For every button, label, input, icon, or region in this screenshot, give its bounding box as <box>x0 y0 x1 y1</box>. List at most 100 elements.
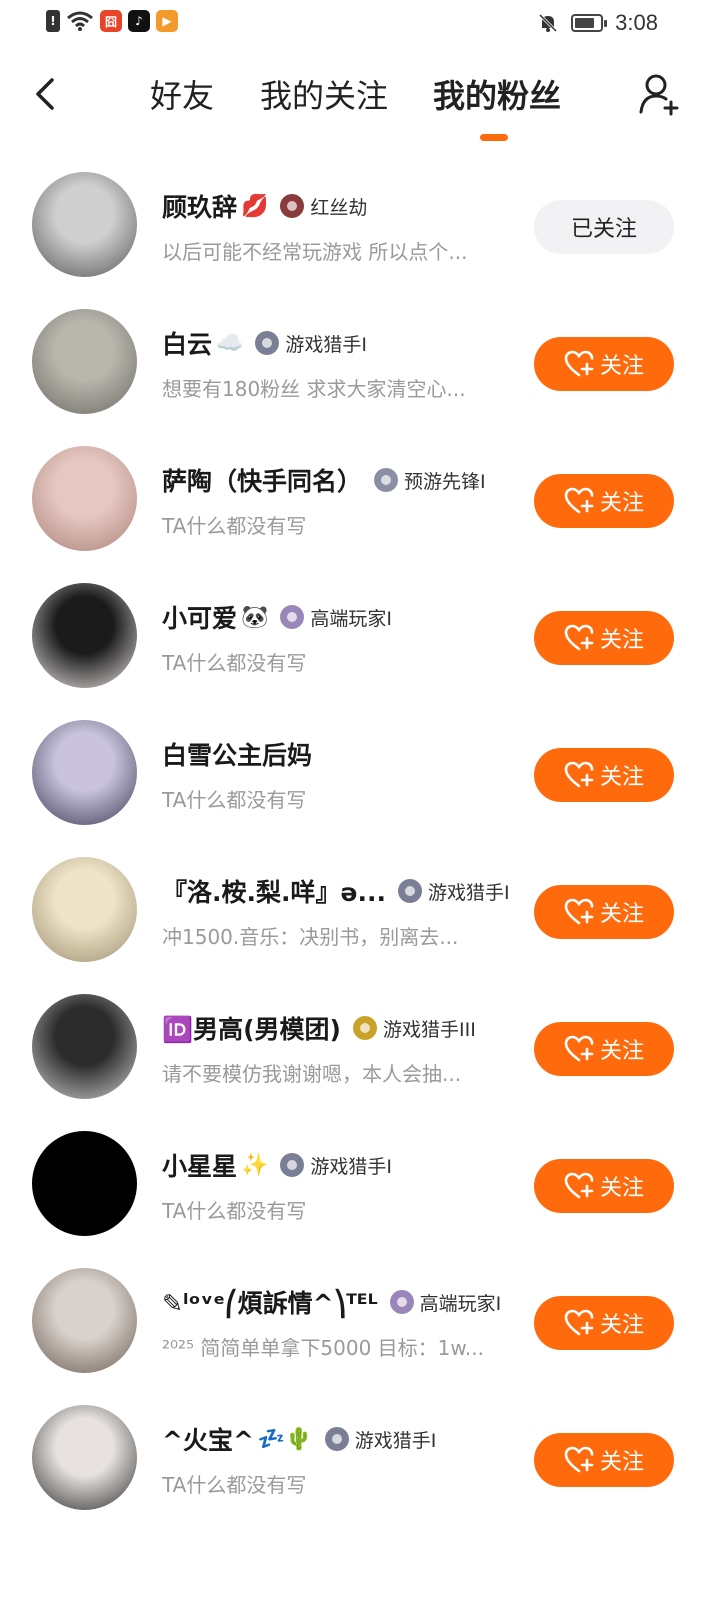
follow-button[interactable]: 关注 <box>534 748 674 802</box>
tab-friends[interactable]: 好友 <box>150 74 220 122</box>
badge-icon <box>352 1016 377 1040</box>
badge-label: 游戏猎手I <box>354 1429 437 1452</box>
follow-button-label: 已关注 <box>570 217 637 242</box>
status-bar: ! 囧 ♪ ▶ 3:08 <box>0 0 720 48</box>
follow-button-label: 关注 <box>599 1313 644 1338</box>
follow-button-label: 关注 <box>599 1450 644 1475</box>
follower-bio: 冲1500.音乐：决别书，别离去... <box>162 925 459 949</box>
back-button[interactable] <box>28 72 68 116</box>
level-badge: 游戏猎手I <box>255 330 367 357</box>
name-line: 萨陶（快手同名） 预游先锋I <box>162 462 486 498</box>
active-tab-indicator <box>480 134 508 141</box>
follow-button-label: 关注 <box>599 354 644 379</box>
avatar[interactable] <box>32 309 137 414</box>
name-emoji: 💤🌵 <box>257 1426 313 1452</box>
status-time: 3:08 <box>615 10 658 35</box>
name-emoji: ☁️ <box>216 330 244 356</box>
follower-name[interactable]: 『洛.桉.梨.咩』ə... <box>162 873 386 909</box>
level-badge: 游戏猎手I <box>397 878 510 905</box>
level-badge: 高端玩家I <box>280 604 392 631</box>
follower-bio: ²⁰²⁵ 简简单单拿下5000 目标：1w... <box>162 1336 485 1360</box>
badge-label: 红丝劫 <box>310 196 368 219</box>
follower-name[interactable]: 白雪公主后妈 <box>162 736 312 772</box>
level-badge: 预游先锋I <box>374 467 486 494</box>
name-line: 顾玖辞 💋 红丝劫 <box>162 188 367 224</box>
follower-row[interactable]: ✎ˡᵒᵛᵉ⎛煩訴情^⎞ᵀᴱᴸ 高端玩家I ²⁰²⁵ 简简单单拿下5000 目标：… <box>0 1252 720 1389</box>
chevron-left-icon <box>36 78 54 110</box>
follower-name[interactable]: 萨陶（快手同名） <box>162 462 362 498</box>
follower-name[interactable]: 🆔男高(男模团) <box>162 1010 341 1046</box>
avatar[interactable] <box>32 720 137 825</box>
battery-icon <box>571 14 608 32</box>
follow-button-label: 关注 <box>599 902 644 927</box>
avatar[interactable] <box>32 446 137 551</box>
name-line: 『洛.桉.梨.咩』ə... 游戏猎手I <box>162 873 510 909</box>
follower-name[interactable]: 顾玖辞 <box>162 188 237 224</box>
badge-label: 游戏猎手I <box>427 881 510 904</box>
add-user-icon <box>639 74 679 116</box>
heart-plus-icon <box>564 624 594 651</box>
follower-row[interactable]: 顾玖辞 💋 红丝劫 以后可能不经常玩游戏 所以点个... 已关注 <box>0 156 720 293</box>
follow-button[interactable]: 关注 <box>534 885 674 939</box>
avatar[interactable] <box>32 1405 137 1510</box>
follower-bio: 想要有180粉丝 求求大家清空心... <box>162 377 466 401</box>
follow-button[interactable]: 关注 <box>534 1433 674 1487</box>
follower-bio: 请不要模仿我谢谢嗯，本人会抽... <box>162 1062 462 1086</box>
name-line: 小星星 ✨ 游戏猎手I <box>162 1147 392 1183</box>
follow-button[interactable]: 关注 <box>534 611 674 665</box>
follow-button[interactable]: 关注 <box>534 337 674 391</box>
follow-button[interactable]: 关注 <box>534 1022 674 1076</box>
badge-label: 高端玩家I <box>419 1292 502 1315</box>
avatar[interactable] <box>32 857 137 962</box>
follower-row[interactable]: 『洛.桉.梨.咩』ə... 游戏猎手I 冲1500.音乐：决别书，别离去... … <box>0 841 720 978</box>
follow-button[interactable]: 关注 <box>534 474 674 528</box>
badge-icon <box>374 468 399 492</box>
follower-name[interactable]: 小可爱 <box>162 599 237 635</box>
badge-label: 高端玩家I <box>310 607 393 630</box>
follow-button[interactable]: 关注 <box>534 1296 674 1350</box>
badge-label: 预游先锋I <box>404 470 486 493</box>
follower-row[interactable]: 白雪公主后妈 TA什么都没有写 关注 <box>0 704 720 841</box>
level-badge: 游戏猎手I <box>280 1152 392 1179</box>
avatar[interactable] <box>32 583 137 688</box>
follower-row[interactable]: 白云 ☁️ 游戏猎手I 想要有180粉丝 求求大家清空心... 关注 <box>0 293 720 430</box>
follower-bio: 以后可能不经常玩游戏 所以点个... <box>162 240 468 264</box>
follow-button-label: 关注 <box>599 1039 644 1064</box>
name-line: ^火宝^ 💤🌵 游戏猎手I <box>162 1421 436 1457</box>
follower-row[interactable]: 🆔男高(男模团) 游戏猎手III 请不要模仿我谢谢嗯，本人会抽... 关注 <box>0 978 720 1115</box>
avatar[interactable] <box>32 1131 137 1236</box>
follow-button[interactable]: 关注 <box>534 1159 674 1213</box>
follower-name[interactable]: 小星星 <box>162 1147 237 1183</box>
heart-plus-icon <box>564 1172 594 1199</box>
badge-icon <box>389 1290 414 1314</box>
avatar[interactable] <box>32 994 137 1099</box>
name-emoji: 💋 <box>241 193 269 219</box>
add-friend-button[interactable] <box>638 72 682 116</box>
name-line: 小可爱 🐼 高端玩家I <box>162 599 392 635</box>
name-emoji: 🐼 <box>241 604 269 630</box>
name-line: ✎ˡᵒᵛᵉ⎛煩訴情^⎞ᵀᴱᴸ 高端玩家I <box>162 1284 501 1320</box>
tab-followers[interactable]: 我的粉丝 <box>433 74 563 122</box>
followed-button[interactable]: 已关注 <box>534 200 674 254</box>
badge-icon <box>324 1427 349 1451</box>
wifi-icon <box>66 10 94 32</box>
follower-name[interactable]: ^火宝^ <box>162 1421 254 1457</box>
follower-bio: TA什么都没有写 <box>162 651 307 675</box>
follower-row[interactable]: 萨陶（快手同名） 预游先锋I TA什么都没有写 关注 <box>0 430 720 567</box>
follow-button-label: 关注 <box>599 1176 644 1201</box>
avatar[interactable] <box>32 172 137 277</box>
mute-icon <box>537 12 559 34</box>
follow-button-label: 关注 <box>599 765 644 790</box>
badge-icon <box>280 194 305 218</box>
name-emoji: ✨ <box>241 1152 269 1178</box>
avatar[interactable] <box>32 1268 137 1373</box>
follower-name[interactable]: ✎ˡᵒᵛᵉ⎛煩訴情^⎞ᵀᴱᴸ <box>162 1284 378 1320</box>
tab-following[interactable]: 我的关注 <box>260 74 390 122</box>
follower-row[interactable]: 小星星 ✨ 游戏猎手I TA什么都没有写 关注 <box>0 1115 720 1252</box>
name-line: 白雪公主后妈 <box>162 736 312 772</box>
follower-row[interactable]: ^火宝^ 💤🌵 游戏猎手I TA什么都没有写 关注 <box>0 1389 720 1526</box>
name-line: 🆔男高(男模团) 游戏猎手III <box>162 1010 476 1046</box>
follower-row[interactable]: 小可爱 🐼 高端玩家I TA什么都没有写 关注 <box>0 567 720 704</box>
follower-name[interactable]: 白云 <box>162 325 212 361</box>
follower-bio: TA什么都没有写 <box>162 1199 307 1223</box>
